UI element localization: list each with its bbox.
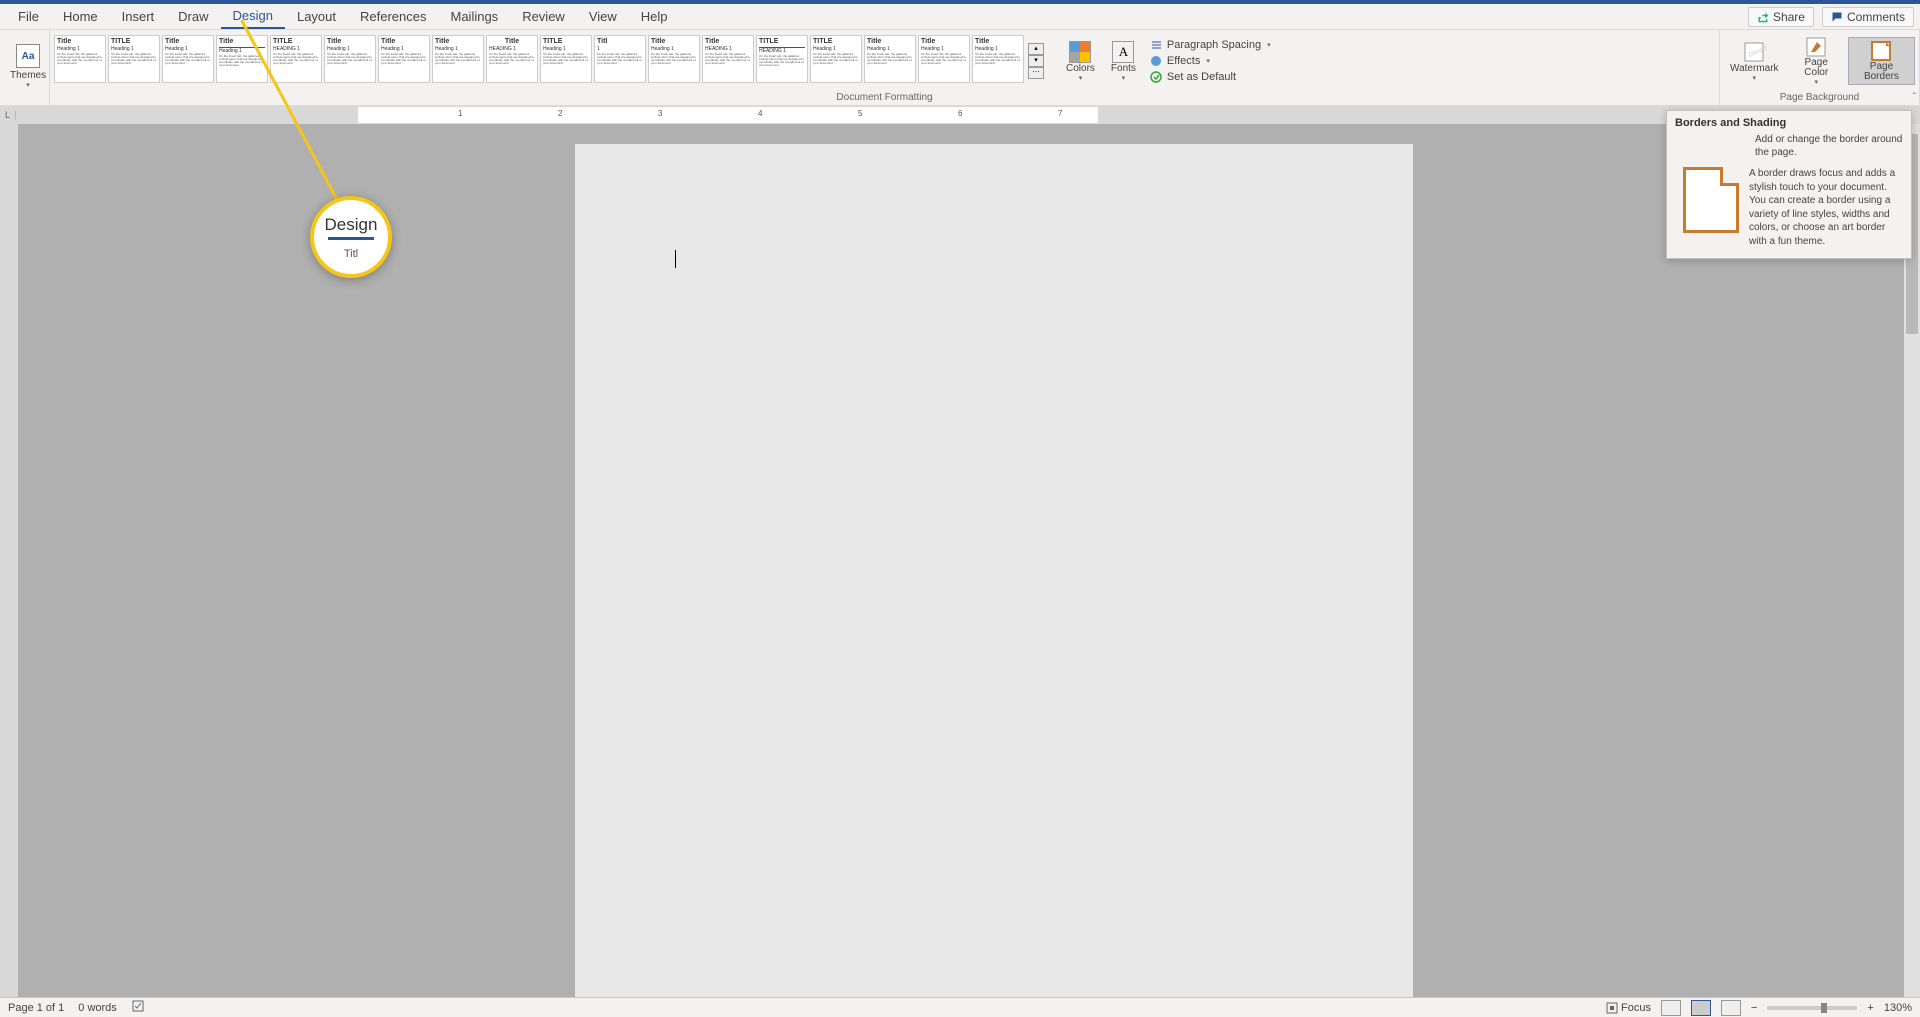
- style-thumb[interactable]: TitleHeading 1On the Insert tab, the gal…: [324, 35, 376, 83]
- zoom-in-button[interactable]: +: [1867, 1002, 1873, 1014]
- style-thumb[interactable]: TitleHEADING 1On the Insert tab, the gal…: [702, 35, 754, 83]
- zoom-out-button[interactable]: −: [1751, 1002, 1757, 1014]
- fonts-button[interactable]: A Fonts ▾: [1105, 39, 1142, 84]
- paragraph-spacing-button[interactable]: Paragraph Spacing ▾: [1146, 38, 1275, 53]
- page-color-icon: [1803, 36, 1829, 58]
- page-color-button[interactable]: Page Color ▾: [1789, 34, 1844, 88]
- menu-bar: File Home Insert Draw Design Layout Refe…: [0, 4, 1920, 30]
- paragraph-spacing-icon: [1150, 39, 1163, 52]
- menu-home[interactable]: Home: [51, 5, 110, 28]
- spellcheck-icon[interactable]: [131, 999, 145, 1016]
- status-words[interactable]: 0 words: [78, 1002, 117, 1014]
- style-thumb[interactable]: Titl1On the Insert tab, the galleries in…: [594, 35, 646, 83]
- page-border-preview-icon: [1683, 167, 1739, 233]
- comments-button[interactable]: Comments: [1822, 7, 1914, 27]
- menu-references[interactable]: References: [348, 5, 438, 28]
- ruler-corner: L: [0, 110, 16, 120]
- themes-icon: [16, 44, 40, 68]
- menu-insert[interactable]: Insert: [110, 5, 167, 28]
- colors-icon: [1069, 41, 1091, 63]
- style-thumb[interactable]: TitleHeading 1On the Insert tab, the gal…: [972, 35, 1024, 83]
- menu-draw[interactable]: Draw: [166, 5, 220, 28]
- menu-mailings[interactable]: Mailings: [439, 5, 511, 28]
- style-thumb[interactable]: TitleHeading 1On the Insert tab, the gal…: [864, 35, 916, 83]
- zoom-level[interactable]: 130%: [1884, 1002, 1912, 1014]
- style-thumb[interactable]: TitleHeading 1On the Insert tab, the gal…: [648, 35, 700, 83]
- comment-icon: [1831, 11, 1843, 23]
- status-bar: Page 1 of 1 0 words Focus − + 130%: [0, 997, 1920, 1017]
- annotation-callout: Design Titl: [310, 196, 392, 278]
- page-borders-tooltip: Borders and Shading Add or change the bo…: [1666, 110, 1912, 259]
- document-scroll[interactable]: [18, 124, 1920, 997]
- vertical-ruler[interactable]: [0, 124, 18, 997]
- view-read-button[interactable]: [1661, 1000, 1681, 1016]
- watermark-button[interactable]: DRAFT Watermark ▾: [1724, 39, 1785, 84]
- colors-button[interactable]: Colors ▾: [1060, 39, 1101, 84]
- menu-file[interactable]: File: [6, 5, 51, 28]
- focus-icon[interactable]: Focus: [1606, 1002, 1651, 1014]
- effects-button[interactable]: Effects ▾: [1146, 54, 1275, 69]
- menu-help[interactable]: Help: [629, 5, 680, 28]
- document-page[interactable]: [575, 144, 1413, 997]
- text-cursor: [675, 250, 676, 268]
- share-icon: [1757, 11, 1769, 23]
- view-web-button[interactable]: [1721, 1000, 1741, 1016]
- style-thumb[interactable]: TITLEHeading 1On the Insert tab, the gal…: [108, 35, 160, 83]
- fonts-icon: A: [1112, 41, 1134, 63]
- tooltip-title: Borders and Shading: [1675, 117, 1903, 129]
- view-print-button[interactable]: [1691, 1000, 1711, 1016]
- status-page[interactable]: Page 1 of 1: [8, 1002, 64, 1014]
- set-as-default-button[interactable]: Set as Default: [1146, 70, 1275, 85]
- page-background-label: Page Background: [1724, 90, 1915, 105]
- tooltip-subtitle: Add or change the border around the page…: [1755, 133, 1903, 159]
- menu-design[interactable]: Design: [221, 4, 285, 29]
- style-thumb[interactable]: TitleHEADING 1On the Insert tab, the gal…: [486, 35, 538, 83]
- gallery-scroll[interactable]: ▴▾⋯: [1028, 41, 1044, 81]
- document-area: [0, 124, 1920, 997]
- zoom-slider-thumb[interactable]: [1821, 1003, 1827, 1013]
- share-button[interactable]: Share: [1748, 7, 1814, 27]
- menu-layout[interactable]: Layout: [285, 5, 348, 28]
- themes-button[interactable]: Themes ▾: [4, 42, 52, 91]
- ribbon-design: Themes ▾ TitleHeading 1On the Insert tab…: [0, 30, 1920, 106]
- zoom-slider[interactable]: [1767, 1006, 1857, 1010]
- style-thumb[interactable]: TitleHeading 1On the Insert tab, the gal…: [162, 35, 214, 83]
- style-thumb[interactable]: TITLEHEADING 1On the Insert tab, the gal…: [756, 35, 808, 83]
- check-icon: [1150, 71, 1163, 84]
- style-thumb[interactable]: TitleHeading 1On the Insert tab, the gal…: [918, 35, 970, 83]
- tooltip-body-text: A border draws focus and adds a stylish …: [1749, 167, 1903, 248]
- effects-icon: [1150, 55, 1163, 68]
- doc-formatting-label: Document Formatting: [54, 90, 1715, 105]
- watermark-icon: DRAFT: [1741, 41, 1767, 63]
- page-borders-button[interactable]: Page Borders: [1848, 37, 1915, 85]
- menu-review[interactable]: Review: [510, 5, 577, 28]
- style-thumb[interactable]: TITLEHeading 1On the Insert tab, the gal…: [540, 35, 592, 83]
- collapse-ribbon-button[interactable]: ˆ: [1913, 92, 1916, 103]
- menu-view[interactable]: View: [577, 5, 629, 28]
- style-gallery[interactable]: TitleHeading 1On the Insert tab, the gal…: [54, 35, 1024, 87]
- style-thumb[interactable]: TitleHeading 1On the Insert tab, the gal…: [378, 35, 430, 83]
- style-thumb[interactable]: TITLEHeading 1On the Insert tab, the gal…: [810, 35, 862, 83]
- style-thumb[interactable]: TitleHeading 1On the Insert tab, the gal…: [432, 35, 484, 83]
- page-borders-icon: [1868, 40, 1894, 62]
- style-thumb[interactable]: TITLEHEADING 1On the Insert tab, the gal…: [270, 35, 322, 83]
- style-thumb[interactable]: TitleHeading 1On the Insert tab, the gal…: [54, 35, 106, 83]
